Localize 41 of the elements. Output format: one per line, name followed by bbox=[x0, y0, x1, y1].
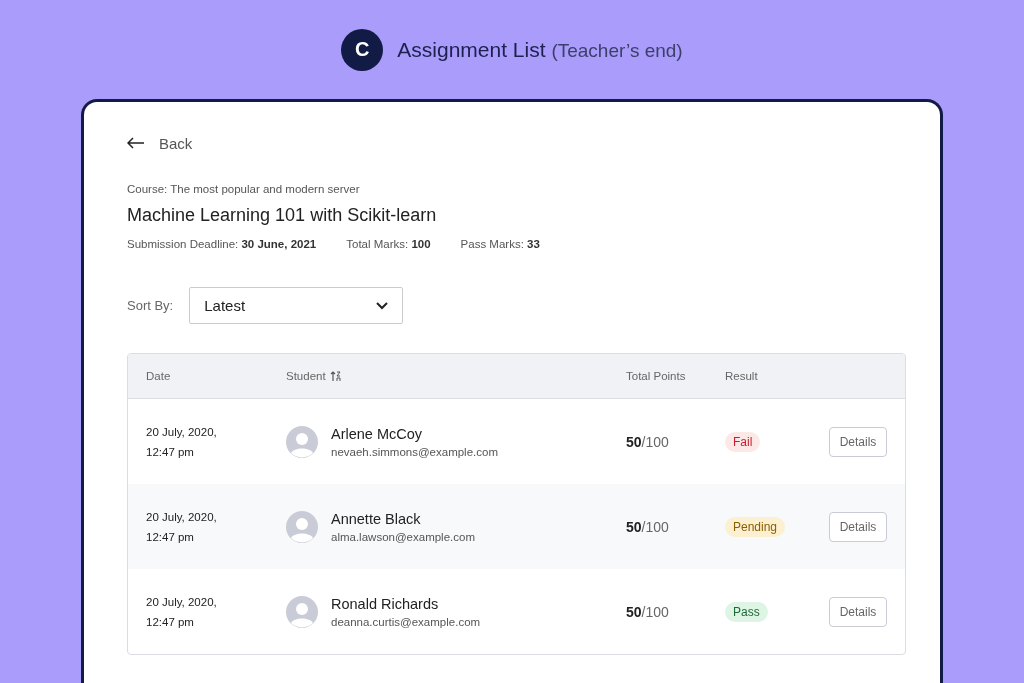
student-name: Annette Black bbox=[331, 510, 422, 527]
avatar-icon bbox=[286, 595, 318, 628]
avatar-icon bbox=[286, 510, 318, 543]
arrow-left-icon bbox=[127, 137, 145, 149]
meta-text: Total Marks: 100 bbox=[346, 238, 431, 250]
column-header: Total Points bbox=[626, 370, 686, 382]
back-link[interactable]: Back bbox=[127, 132, 193, 154]
student-email: nevaeh.simmons@example.com bbox=[331, 445, 498, 458]
meta-text: Submission Deadline: 30 June, 2021 bbox=[127, 238, 317, 250]
details-button[interactable]: Details bbox=[829, 426, 887, 457]
details-button[interactable]: Details bbox=[829, 511, 887, 542]
column-header[interactable]: Student bbox=[286, 370, 326, 382]
status-badge: Pass bbox=[725, 601, 768, 622]
date-text: 20 July, 2020, bbox=[146, 509, 218, 525]
meta-text: Pass Marks: 33 bbox=[460, 238, 540, 250]
time-text: 12:47 pm bbox=[146, 614, 195, 630]
points-text: 50/100 bbox=[626, 603, 669, 620]
sort-label: Sort By: bbox=[127, 298, 174, 313]
details-button[interactable]: Details bbox=[829, 596, 887, 627]
student-email: alma.lawson@example.com bbox=[331, 530, 475, 543]
status-badge: Pending bbox=[725, 516, 786, 537]
date-text: 20 July, 2020, bbox=[146, 424, 218, 440]
points-text: 50/100 bbox=[626, 518, 669, 535]
column-header: Date bbox=[146, 370, 171, 382]
column-header: Result bbox=[725, 370, 758, 382]
status-badge: Fail bbox=[725, 431, 761, 452]
course-caption: Course: The most popular and modern server bbox=[127, 183, 361, 195]
sort-dropdown[interactable]: Latest bbox=[189, 287, 404, 324]
date-text: 20 July, 2020, bbox=[146, 594, 218, 610]
student-name: Ronald Richards bbox=[331, 595, 440, 612]
logo-badge: C bbox=[341, 28, 384, 71]
time-text: 12:47 pm bbox=[146, 444, 195, 460]
student-name: Arlene McCoy bbox=[331, 425, 424, 442]
chevron-down-icon bbox=[376, 301, 389, 310]
avatar-icon bbox=[286, 425, 318, 458]
student-email: deanna.curtis@example.com bbox=[331, 615, 481, 628]
course-title: Machine Learning 101 with Scikit-learn bbox=[127, 205, 438, 226]
page-title: Assignment List (Teacher’s end) bbox=[397, 37, 683, 62]
time-text: 12:47 pm bbox=[146, 529, 195, 545]
sort-icon[interactable] bbox=[329, 370, 341, 382]
points-text: 50/100 bbox=[626, 433, 669, 450]
